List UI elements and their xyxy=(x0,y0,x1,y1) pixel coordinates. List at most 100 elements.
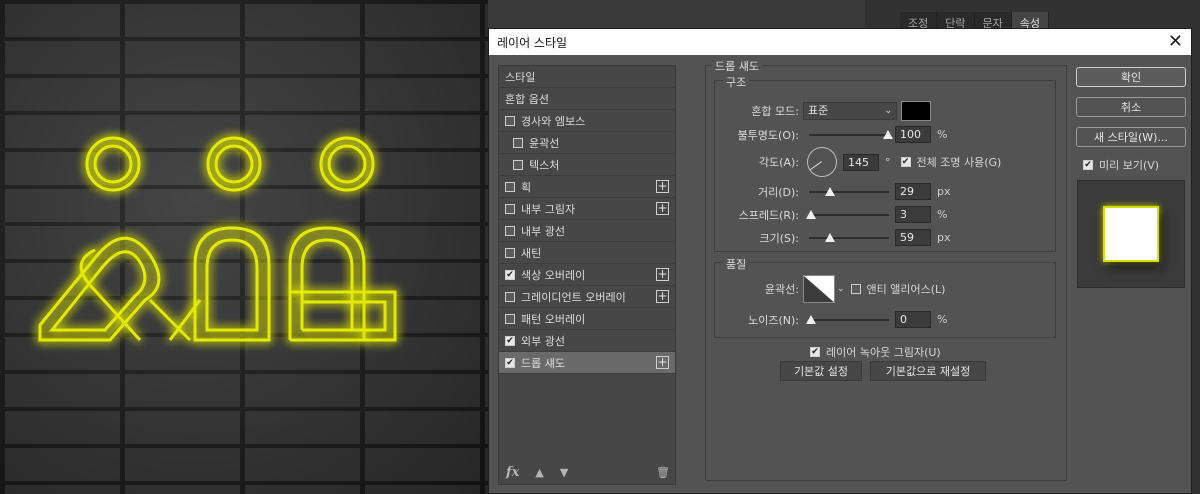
noise-row: 노이즈(N): 0 % xyxy=(715,311,947,328)
size-field[interactable]: 59 xyxy=(895,229,931,246)
chevron-down-icon: ⌄ xyxy=(884,106,892,116)
antialias-checkbox[interactable] xyxy=(850,284,861,294)
style-list-item-outer-glow[interactable]: ✔ 외부 광선 xyxy=(499,330,675,352)
checkbox[interactable] xyxy=(505,115,515,126)
style-list-item-texture[interactable]: 텍스처 xyxy=(499,154,675,176)
noise-slider[interactable] xyxy=(806,314,889,325)
style-list-item-stroke[interactable]: 획 + xyxy=(499,176,675,198)
slider-knob[interactable] xyxy=(806,209,816,219)
checkbox[interactable] xyxy=(505,313,515,324)
list-item-label: 윤곽선 xyxy=(529,136,560,150)
style-list-item-color-overlay[interactable]: ✔ 색상 오버레이 + xyxy=(499,264,675,286)
checkbox-checked[interactable]: ✔ xyxy=(505,357,515,368)
document-canvas[interactable] xyxy=(0,0,488,494)
size-slider[interactable] xyxy=(809,232,889,243)
add-effect-icon[interactable]: + xyxy=(656,290,669,303)
style-list-item-drop-shadow[interactable]: ✔ 드롭 섀도 + xyxy=(499,352,675,374)
distance-slider[interactable] xyxy=(809,186,889,197)
list-item-label: 새틴 xyxy=(521,246,542,260)
opacity-unit: % xyxy=(937,128,948,141)
neon-text-artwork xyxy=(38,136,397,342)
style-list-item-contour[interactable]: 윤곽선 xyxy=(499,132,675,154)
checkbox[interactable] xyxy=(505,247,515,258)
chevron-down-icon[interactable]: ⌄ xyxy=(837,284,845,294)
style-list-item-inner-shadow[interactable]: 내부 그림자 + xyxy=(499,198,675,220)
list-item-label: 색상 오버레이 xyxy=(521,268,586,282)
list-item-label: 외부 광선 xyxy=(521,334,565,348)
size-unit: px xyxy=(937,231,951,244)
noise-field[interactable]: 0 xyxy=(895,311,931,328)
style-list-item-blending-options[interactable]: 혼합 옵션 xyxy=(499,88,675,110)
checkbox[interactable] xyxy=(505,225,515,236)
knockout-row: ✔ 레이어 녹아웃 그림자(U) xyxy=(810,344,941,360)
style-list-item-inner-glow[interactable]: 내부 광선 xyxy=(499,220,675,242)
preview-swatch xyxy=(1103,206,1159,262)
spread-label: 스프레드(R): xyxy=(738,208,799,222)
set-default-button[interactable]: 기본값 설정 xyxy=(780,361,862,381)
style-list-item-gradient-overlay[interactable]: 그레이디언트 오버레이 + xyxy=(499,286,675,308)
move-up-icon[interactable]: ▲ xyxy=(535,466,543,479)
spread-row: 스프레드(R): 3 % xyxy=(715,206,947,223)
style-list-item-bevel-emboss[interactable]: 경사와 엠보스 xyxy=(499,110,675,132)
checkbox[interactable] xyxy=(505,181,515,192)
reset-default-button[interactable]: 기본값으로 재설정 xyxy=(870,361,986,381)
add-effect-icon[interactable]: + xyxy=(656,180,669,193)
checkbox[interactable] xyxy=(513,137,523,148)
blend-mode-row: 혼합 모드: 표준 ⌄ xyxy=(715,101,931,121)
angle-field[interactable]: 145 xyxy=(843,153,879,171)
slider-knob[interactable] xyxy=(883,129,893,139)
fx-icon[interactable]: fx xyxy=(506,465,519,480)
global-light-checkbox[interactable]: ✔ xyxy=(900,157,911,167)
trash-icon[interactable]: 🗑 xyxy=(656,466,670,479)
cancel-button[interactable]: 취소 xyxy=(1076,97,1186,117)
checkbox-checked[interactable]: ✔ xyxy=(505,335,515,346)
style-list-item-pattern-overlay[interactable]: 패턴 오버레이 xyxy=(499,308,675,330)
contour-picker[interactable] xyxy=(803,275,835,303)
drop-shadow-settings: 드롭 섀도 구조 혼합 모드: 표준 ⌄ 불투명도(O): 100 % 각도(A)… xyxy=(705,58,1067,481)
size-label: 크기(S): xyxy=(759,231,799,245)
blend-mode-label: 혼합 모드: xyxy=(751,105,799,118)
default-buttons-row: 기본값 설정 기본값으로 재설정 xyxy=(780,361,986,381)
contour-row: 윤곽선: ⌄ 앤티 앨리어스(L) xyxy=(715,275,945,303)
antialias-label: 앤티 앨리어스(L) xyxy=(866,283,946,296)
style-list-footer: fx ▲ ▼ 🗑 xyxy=(498,459,676,485)
angle-dial[interactable] xyxy=(807,147,837,177)
list-item-label: 텍스처 xyxy=(529,158,560,172)
distance-field[interactable]: 29 xyxy=(895,183,931,200)
style-list-item-styles[interactable]: 스타일 xyxy=(499,66,675,88)
angle-unit: ° xyxy=(885,155,891,169)
move-down-icon[interactable]: ▼ xyxy=(560,466,568,479)
slider-knob[interactable] xyxy=(806,314,816,324)
checkbox[interactable] xyxy=(513,159,523,170)
close-icon[interactable]: ✕ xyxy=(1168,31,1183,52)
opacity-field[interactable]: 100 xyxy=(895,126,931,143)
add-effect-icon[interactable]: + xyxy=(656,202,669,215)
structure-title: 구조 xyxy=(723,74,750,90)
new-style-button[interactable]: 새 스타일(W)... xyxy=(1076,127,1186,147)
spread-slider[interactable] xyxy=(806,209,889,220)
dialog-titlebar[interactable]: 레이어 스타일 ✕ xyxy=(489,29,1191,55)
style-list-item-satin[interactable]: 새틴 xyxy=(499,242,675,264)
preview-checkbox[interactable]: ✔ xyxy=(1083,160,1093,170)
shadow-color-swatch[interactable] xyxy=(901,101,931,121)
global-light-label: 전체 조명 사용(G) xyxy=(916,156,1002,169)
quality-title: 품질 xyxy=(723,256,750,272)
spread-field[interactable]: 3 xyxy=(895,206,931,223)
opacity-slider[interactable] xyxy=(809,129,893,140)
checkbox-checked[interactable]: ✔ xyxy=(505,269,515,280)
add-effect-icon[interactable]: + xyxy=(656,356,669,369)
list-item-label: 혼합 옵션 xyxy=(505,92,549,106)
add-effect-icon[interactable]: + xyxy=(656,268,669,281)
blend-mode-select[interactable]: 표준 ⌄ xyxy=(803,102,897,120)
slider-knob[interactable] xyxy=(825,232,835,242)
ok-button[interactable]: 확인 xyxy=(1076,67,1186,87)
angle-label: 각도(A): xyxy=(758,156,799,169)
list-item-label: 패턴 오버레이 xyxy=(521,312,586,326)
checkbox[interactable] xyxy=(505,203,515,214)
list-item-label: 내부 광선 xyxy=(521,224,565,238)
section-title: 드롭 섀도 xyxy=(712,58,762,74)
knockout-checkbox[interactable]: ✔ xyxy=(810,347,820,357)
blend-mode-value: 표준 xyxy=(808,104,829,117)
checkbox[interactable] xyxy=(505,291,515,302)
slider-knob[interactable] xyxy=(825,186,835,196)
